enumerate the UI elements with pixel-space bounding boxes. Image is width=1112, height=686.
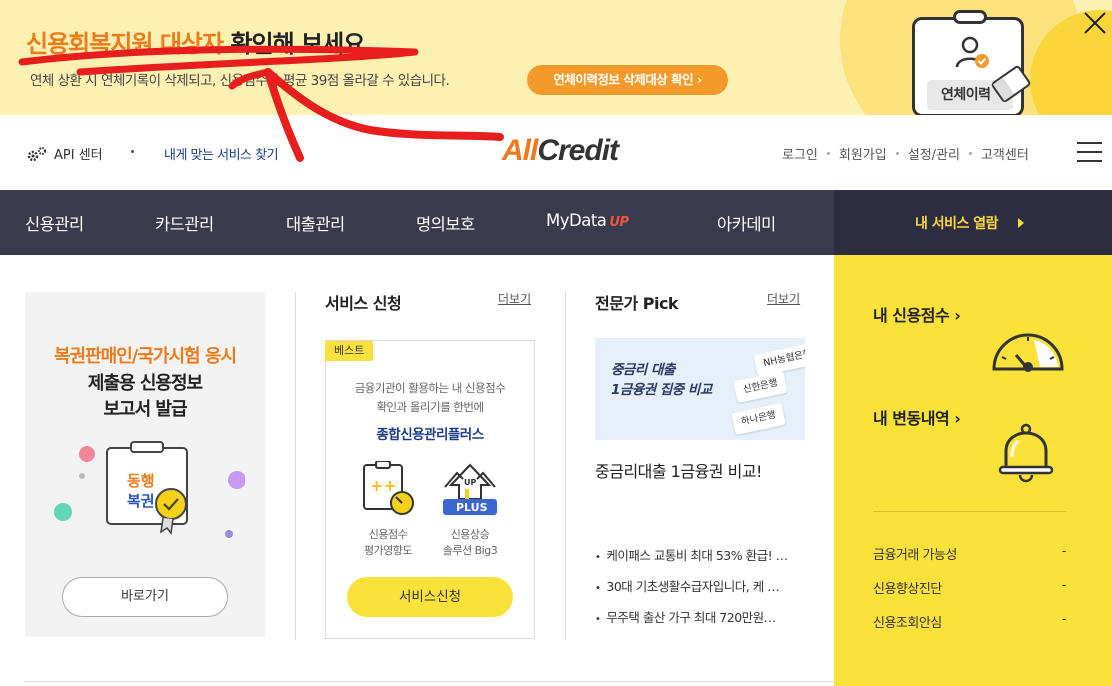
credit-up-plus-icon: UP PLUS [443,463,497,515]
row-label: 금융거래 가능성 [873,548,957,563]
mydata-up-badge: UP [609,215,629,230]
nav-academy[interactable]: 아카데미 [717,211,776,235]
banner-subtitle: 연체 상환 시 연체기록이 삭제되고, 신용점수가 평균 39점 올라갈 수 있… [30,73,450,89]
row-value: - [1061,544,1067,559]
service-desc-line-2: 확인과 올리기를 한번에 [376,400,484,414]
hamburger-icon[interactable] [1077,142,1102,162]
login-link[interactable]: 로그인 [782,144,818,163]
banner-title: 신용회복지원 대상자 확인해 보세요 [26,24,365,59]
up-label: UP [464,478,476,487]
customer-center-link[interactable]: 고객센터 [981,144,1029,163]
nav-identity-protection[interactable]: 명의보호 [416,211,475,235]
column-divider [295,292,296,640]
expert-pick-headline[interactable]: 중금리대출 1금융권 비교! [595,458,762,482]
nav-card-management[interactable]: 카드관리 [155,211,214,235]
utility-links: 로그인 회원가입 설정/관리 고객센터 [782,144,1029,163]
service-description: 금융기관이 활용하는 내 신용점수 확인과 올리기를 한번에 [326,379,534,417]
list-item[interactable]: 케이패스 교통비 최대 53% 환급! … [595,545,807,576]
svg-text:++: ++ [370,476,397,495]
util-separator [826,152,830,155]
api-center-label: API 센터 [54,148,103,163]
go-now-button[interactable]: 바로가기 [62,577,228,617]
promo-line-2: 제출용 신용정보 [87,373,203,394]
my-credit-score-link[interactable]: 내 신용점수 › [873,302,961,326]
financial-possibility-row[interactable]: 금융거래 가능성 - [873,544,1067,563]
bank-card-hana: 하나은행 [731,402,786,436]
icon1-label-line-2: 평가영향도 [363,544,413,557]
find-my-services-link[interactable]: 내게 맞는 서비스 찾기 [164,144,279,163]
promo-logo-bottom: 복권 [127,492,155,510]
site-header: API 센터 내게 맞는 서비스 찾기 AllCredit 로그인 회원가입 설… [0,115,1112,190]
delinquency-check-button[interactable]: 연체이력정보 삭제대상 확인 › [527,65,728,95]
clipboard-clip [953,10,987,24]
row-label: 신용향상진단 [873,582,942,597]
row-label: 신용조회안심 [873,616,942,631]
signup-link[interactable]: 회원가입 [839,144,887,163]
pick-image-line-2: 1금융권 집중 비교 [611,382,712,398]
api-center-link[interactable]: API 센터 [26,144,103,163]
section-bottom-divider [25,681,834,682]
icon2-label-line-1: 신용상승 [450,528,490,541]
my-changes-link[interactable]: 내 변동내역 › [873,405,961,429]
bell-icon [998,423,1054,483]
lottery-certificate-illustration: 동행 복권 [54,441,245,538]
main-nav: 신용관리 카드관리 대출관리 명의보호 MyData UP 아카데미 내 서비스 … [0,190,1112,255]
pick-image-line-1: 중금리 대출 [611,362,675,378]
row-value: - [1061,612,1067,627]
open-my-services-button[interactable]: 내 서비스 열람 [834,190,1112,255]
nav-loan-management[interactable]: 대출관리 [286,211,345,235]
bank-card-shinhan: 신한은행 [733,370,788,404]
top-banner: 신용회복지원 대상자 확인해 보세요 연체 상환 시 연체기록이 삭제되고, 신… [0,0,1112,115]
util-separator [895,152,899,155]
expert-article-list: 케이패스 교통비 최대 53% 환급! … 30대 기초생활수급자입니다, 케 … [595,545,807,638]
service-card[interactable]: 베스트 금융기관이 활용하는 내 신용점수 확인과 올리기를 한번에 종합신용관… [325,340,535,639]
credit-improvement-row[interactable]: 신용향상진단 - [873,578,1067,597]
logo-credit: Credit [537,134,619,167]
score-impact-icon: ++ [363,461,414,515]
plus-label: PLUS [456,501,488,514]
list-item[interactable]: 무주택 출산 가구 최대 720만원… [595,607,807,638]
header-separator-dot [131,150,134,153]
allcredit-logo[interactable]: AllCredit [502,134,619,168]
icon2-label-line-2: 솔루션 Big3 [442,544,498,557]
page: 신용회복지원 대상자 확인해 보세요 연체 상환 시 연체기록이 삭제되고, 신… [0,0,1112,686]
triangle-right-icon [1018,218,1024,228]
close-icon[interactable] [1082,10,1108,36]
promo-logo-top: 동행 [127,472,155,490]
nav-mydata-label: MyData [546,211,607,230]
icon1-label-line-1: 신용점수 [368,528,408,541]
expert-pick-image[interactable]: 중금리 대출 1금융권 집중 비교 NH농협은행 신한은행 하나은행 [595,338,805,440]
banner-title-rest: 확인해 보세요 [223,30,365,58]
list-item[interactable]: 30대 기초생활수급자입니다, 케 … [595,576,807,607]
promo-line-3: 보고서 발급 [103,399,187,420]
gear-icon [27,146,46,161]
panel-divider [873,511,1066,512]
gauge-icon [992,333,1064,372]
service-more-link[interactable]: 더보기 [498,290,531,307]
banner-title-highlight: 신용회복지원 대상자 [26,30,224,58]
column-divider [565,292,566,640]
logo-all: All [502,134,538,167]
settings-link[interactable]: 설정/관리 [908,144,960,163]
icon2-label: 신용상승 솔루션 Big3 [430,527,510,559]
service-section-title: 서비스 신청 [325,294,402,313]
service-name: 종합신용관리플러스 [376,427,484,443]
apply-service-button[interactable]: 서비스신청 [347,577,513,617]
nav-mydata[interactable]: MyData UP [546,211,629,230]
nav-credit-management[interactable]: 신용관리 [25,211,84,235]
best-badge: 베스트 [325,341,374,361]
icon1-label: 신용점수 평가영향도 [348,527,428,559]
expert-more-link[interactable]: 더보기 [767,290,800,307]
row-value: - [1061,578,1067,593]
expert-pick-title: 전문가 Pick [595,294,679,313]
lottery-report-promo: 복권판매인/국가시험 응시 제출용 신용정보 보고서 발급 동행 복권 바로가기 [25,292,265,637]
service-desc-line-1: 금융기관이 활용하는 내 신용점수 [354,381,506,395]
open-my-services-label: 내 서비스 열람 [915,216,999,232]
promo-line-1: 복권판매인/국가시험 응시 [54,346,237,367]
user-check-icon [955,36,989,68]
credit-inquiry-safety-row[interactable]: 신용조회안심 - [873,612,1067,631]
util-separator [968,152,972,155]
my-credit-panel: 내 신용점수 › 내 변동내역 › 금융거래 가능성 - 신용향상진단 - 신용… [834,255,1112,686]
